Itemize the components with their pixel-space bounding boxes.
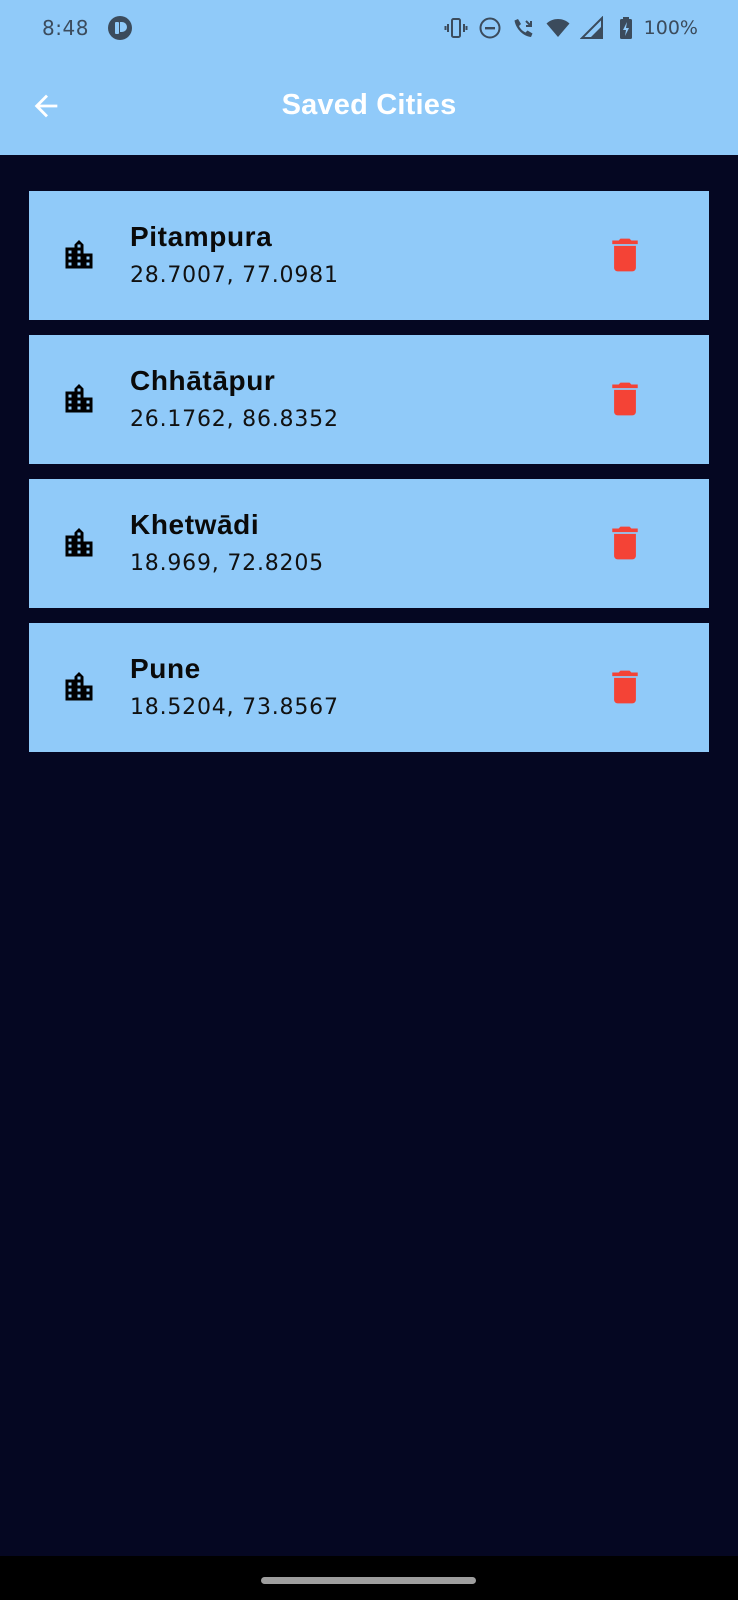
saved-cities-list: Pitampura 28.7007, 77.0981 Chhātāpur 26.… [29,191,709,767]
city-coordinates: 26.1762, 86.8352 [130,407,339,432]
app-bar: Saved Cities [0,56,738,155]
page-title: Saved Cities [281,89,457,121]
location-city-icon [61,525,97,561]
status-time: 8:48 [42,16,89,40]
city-name: Pune [130,653,201,684]
trash-icon [612,382,638,416]
location-city-icon [61,669,97,705]
city-text: Pune 18.5204, 73.8567 [130,653,339,720]
city-card-pune[interactable]: Pune 18.5204, 73.8567 [29,623,709,752]
city-name: Pitampura [130,221,273,252]
delete-button[interactable] [605,233,645,277]
cell-signal-icon [579,16,604,40]
city-card-pitampura[interactable]: Pitampura 28.7007, 77.0981 [29,191,709,320]
location-city-icon [61,381,97,417]
app-indicator-icon [107,15,133,41]
battery-charging-icon [614,16,638,40]
wifi-calling-icon [512,16,536,40]
city-text: Pitampura 28.7007, 77.0981 [130,221,339,288]
city-name: Khetwādi [130,509,260,540]
city-name: Chhātāpur [130,365,276,396]
arrow-back-icon [34,94,58,118]
city-coordinates: 28.7007, 77.0981 [130,263,339,288]
do-not-disturb-icon [478,16,502,40]
wifi-icon [546,16,570,40]
trash-icon [612,238,638,272]
status-icons: 100% [444,16,698,40]
trash-icon [612,526,638,560]
location-city-icon [61,237,97,273]
city-card-khetwadi[interactable]: Khetwādi 18.969, 72.8205 [29,479,709,608]
home-gesture-handle[interactable] [261,1577,476,1584]
battery-percent: 100% [643,17,698,39]
delete-button[interactable] [605,665,645,709]
delete-button[interactable] [605,377,645,421]
status-bar: 8:48 100% [0,0,738,56]
trash-icon [612,670,638,704]
city-coordinates: 18.5204, 73.8567 [130,695,339,720]
back-button[interactable] [22,82,70,130]
vibrate-icon [444,16,468,40]
city-text: Khetwādi 18.969, 72.8205 [130,509,324,576]
city-text: Chhātāpur 26.1762, 86.8352 [130,365,339,432]
city-card-chhatapur[interactable]: Chhātāpur 26.1762, 86.8352 [29,335,709,464]
delete-button[interactable] [605,521,645,565]
city-coordinates: 18.969, 72.8205 [130,551,324,576]
